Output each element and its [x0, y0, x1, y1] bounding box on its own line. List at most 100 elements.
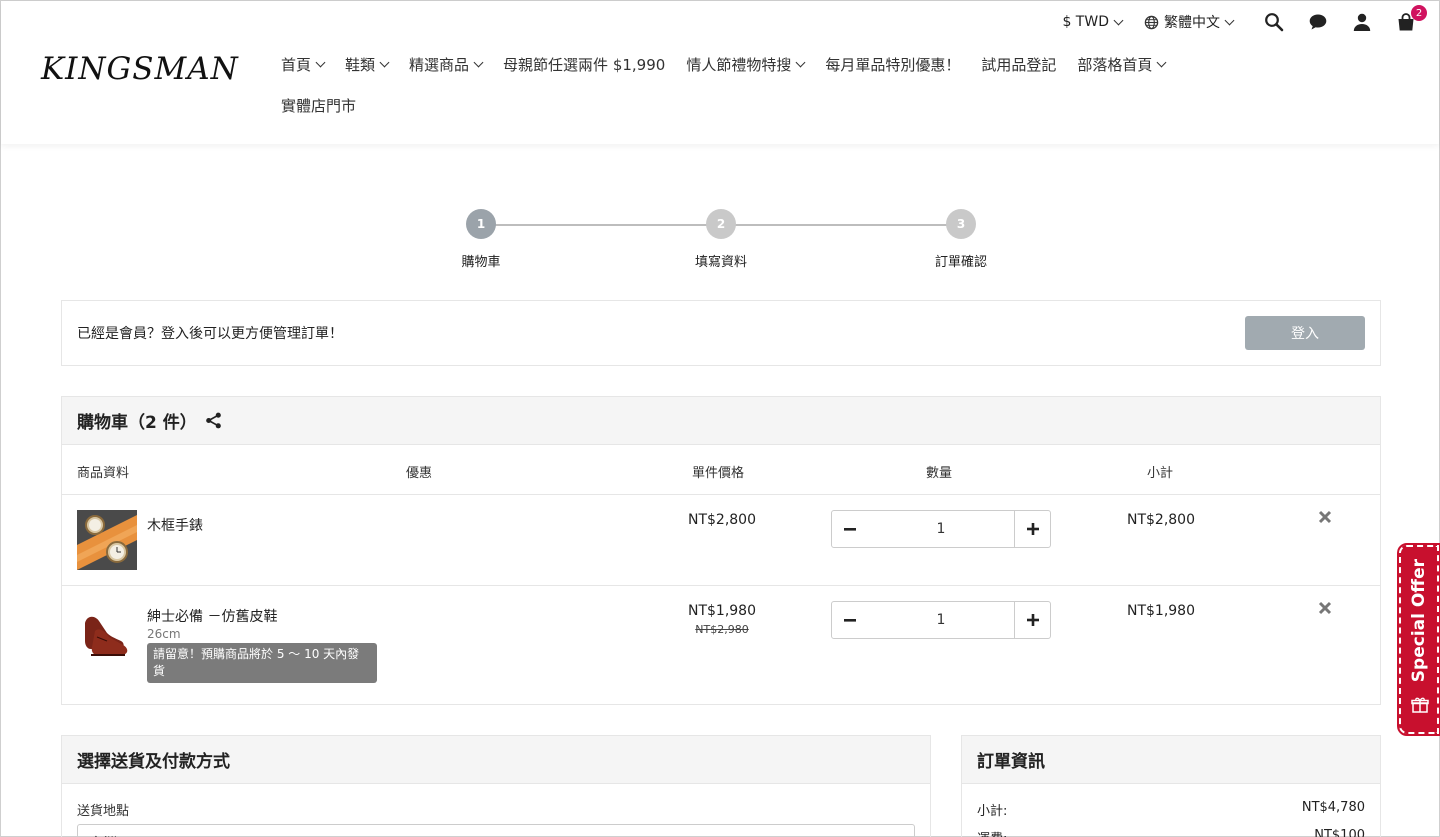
order-info-title: 訂單資訊 — [962, 736, 1380, 784]
product-name[interactable]: 紳士必備 －仿舊皮鞋 — [147, 606, 277, 626]
preorder-note: 請留意！預購商品將於 5 ～ 10 天內發貨 — [147, 643, 377, 683]
unit-price: NT$2,800 — [687, 512, 756, 528]
nav-label: 試用品登記 — [981, 55, 1057, 74]
step-number: 3 — [946, 209, 976, 239]
nav-item-blog[interactable]: 部落格首頁 — [1077, 54, 1167, 75]
member-message: 已經是會員？登入後可以更方便管理訂單！ — [77, 326, 343, 342]
chat-icon[interactable] — [1307, 11, 1329, 33]
main-nav: 首頁 鞋類 精選商品 母親節任選兩件 $1,990 情人節禮物特搜 每月單品特別… — [281, 51, 1281, 133]
col-subtotal: 小計 — [1147, 466, 1174, 481]
order-shipping-line: 運費: NT$100 — [977, 828, 1365, 837]
search-icon[interactable] — [1263, 11, 1285, 33]
quantity-input[interactable] — [868, 511, 1014, 547]
nav-label: 鞋類 — [345, 55, 376, 74]
language-selector[interactable]: 繁體中文 — [1144, 12, 1235, 32]
cart-panel: 購物車（2 件） 商品資料 優惠 單件價格 數量 小計 木框手錶 NT$2,80… — [61, 396, 1381, 705]
quantity-input[interactable] — [868, 602, 1014, 638]
language-label: 繁體中文 — [1164, 15, 1220, 31]
chevron-down-icon — [379, 57, 390, 67]
nav-item-stores[interactable]: 實體店門市 — [281, 95, 356, 116]
nav-item-home[interactable]: 首頁 — [281, 54, 326, 75]
unit-price: NT$1,980 — [687, 603, 756, 619]
top-utility-bar: $ TWD 繁體中文 2 — [1040, 5, 1427, 35]
shipping-payment-panel: 選擇送貨及付款方式 送貨地點 台灣 — [61, 735, 931, 837]
nav-item-valentine[interactable]: 情人節禮物特搜 — [686, 54, 806, 75]
decrease-quantity-button[interactable] — [832, 602, 868, 638]
product-variant: 26cm — [147, 627, 181, 641]
subtotal-label: 小計: — [977, 804, 1008, 819]
order-info-panel: 訂單資訊 小計: NT$4,780 運費: NT$100 — [961, 735, 1381, 837]
special-offer-tab[interactable]: Special Offer — [1397, 543, 1440, 736]
cart-header: 購物車（2 件） — [62, 397, 1380, 445]
globe-icon — [1144, 15, 1159, 30]
cart-item-row: 紳士必備 －仿舊皮鞋 26cm 請留意！預購商品將於 5 ～ 10 天內發貨 N… — [62, 586, 1380, 704]
remove-item-icon[interactable] — [1317, 510, 1333, 526]
col-unit-price: 單件價格 — [692, 466, 745, 481]
nav-item-sample-register[interactable]: 試用品登記 — [981, 54, 1056, 75]
shipping-fee-value: NT$100 — [1314, 828, 1365, 837]
step-number: 2 — [706, 209, 736, 239]
chevron-down-icon — [1156, 57, 1167, 67]
cart-count-badge: 2 — [1411, 5, 1427, 21]
nav-item-mothers-day[interactable]: 母親節任選兩件 $1,990 — [503, 54, 665, 75]
step-label: 填寫資料 — [694, 255, 747, 270]
increase-quantity-button[interactable] — [1014, 602, 1050, 638]
chevron-down-icon — [795, 57, 806, 67]
col-product: 商品資料 — [77, 466, 130, 481]
chevron-down-icon — [1224, 15, 1235, 25]
member-login-prompt: 已經是會員？登入後可以更方便管理訂單！ 登入 — [61, 300, 1381, 366]
nav-item-featured[interactable]: 精選商品 — [409, 54, 484, 75]
step-number: 1 — [466, 209, 496, 239]
order-subtotal-line: 小計: NT$4,780 — [977, 800, 1365, 819]
col-quantity: 數量 — [926, 466, 953, 481]
shipping-panel-title: 選擇送貨及付款方式 — [62, 736, 930, 784]
step-cart: 1 購物車 — [421, 209, 541, 270]
special-offer-text: Special Offer — [1409, 559, 1429, 683]
login-button[interactable]: 登入 — [1245, 316, 1365, 350]
checkout-stepper: 1 購物車 2 填寫資料 3 訂單確認 — [421, 209, 1021, 270]
gift-icon — [1411, 696, 1429, 718]
nav-label: 實體店門市 — [281, 96, 357, 115]
account-icon[interactable] — [1351, 11, 1373, 33]
cart-column-headers: 商品資料 優惠 單件價格 數量 小計 — [62, 445, 1380, 495]
cart-title: 購物車（2 件） — [77, 413, 197, 433]
product-image-shoes[interactable] — [77, 601, 137, 661]
step-label: 訂單確認 — [934, 255, 987, 270]
nav-label: 每月單品特別優惠！ — [825, 55, 961, 74]
quantity-stepper — [831, 510, 1051, 548]
col-discount: 優惠 — [406, 466, 433, 481]
remove-item-icon[interactable] — [1317, 601, 1333, 617]
currency-selector[interactable]: $ TWD — [1062, 14, 1124, 30]
product-name[interactable]: 木框手錶 — [147, 515, 203, 535]
product-image-watch[interactable] — [77, 510, 137, 570]
nav-label: 母親節任選兩件 $1,990 — [503, 55, 666, 74]
step-label: 購物車 — [461, 255, 501, 270]
chevron-down-icon — [1113, 15, 1124, 25]
chevron-down-icon — [473, 57, 484, 67]
nav-label: 部落格首頁 — [1077, 55, 1153, 74]
special-offer-label: Special Offer — [1409, 559, 1429, 682]
delivery-location-label: 送貨地點 — [77, 804, 130, 819]
shipping-fee-label: 運費: — [977, 828, 1007, 837]
step-confirm: 3 訂單確認 — [901, 209, 1021, 270]
item-subtotal: NT$1,980 — [1126, 603, 1195, 619]
original-price: NT$2,980 — [695, 623, 749, 636]
share-icon[interactable] — [205, 412, 222, 429]
nav-label: 首頁 — [281, 55, 312, 74]
cart-item-row: 木框手錶 NT$2,800 NT$2,800 — [62, 495, 1380, 586]
currency-label: $ TWD — [1062, 14, 1109, 30]
site-logo[interactable]: KINGSMAN — [41, 51, 239, 87]
step-fill-info: 2 填寫資料 — [661, 209, 781, 270]
item-subtotal: NT$2,800 — [1126, 512, 1195, 528]
delivery-location-select[interactable]: 台灣 — [77, 824, 915, 837]
decrease-quantity-button[interactable] — [832, 511, 868, 547]
increase-quantity-button[interactable] — [1014, 511, 1050, 547]
site-header: KINGSMAN $ TWD 繁體中文 2 首頁 鞋類 精選商品 母親節任選兩件… — [1, 1, 1439, 144]
subtotal-value: NT$4,780 — [1301, 800, 1365, 815]
cart-icon[interactable]: 2 — [1395, 5, 1427, 33]
nav-item-shoes[interactable]: 鞋類 — [345, 54, 390, 75]
quantity-stepper — [831, 601, 1051, 639]
nav-item-monthly-offer[interactable]: 每月單品特別優惠！ — [825, 54, 960, 75]
nav-label: 情人節禮物特搜 — [686, 55, 792, 74]
chevron-down-icon — [315, 57, 326, 67]
